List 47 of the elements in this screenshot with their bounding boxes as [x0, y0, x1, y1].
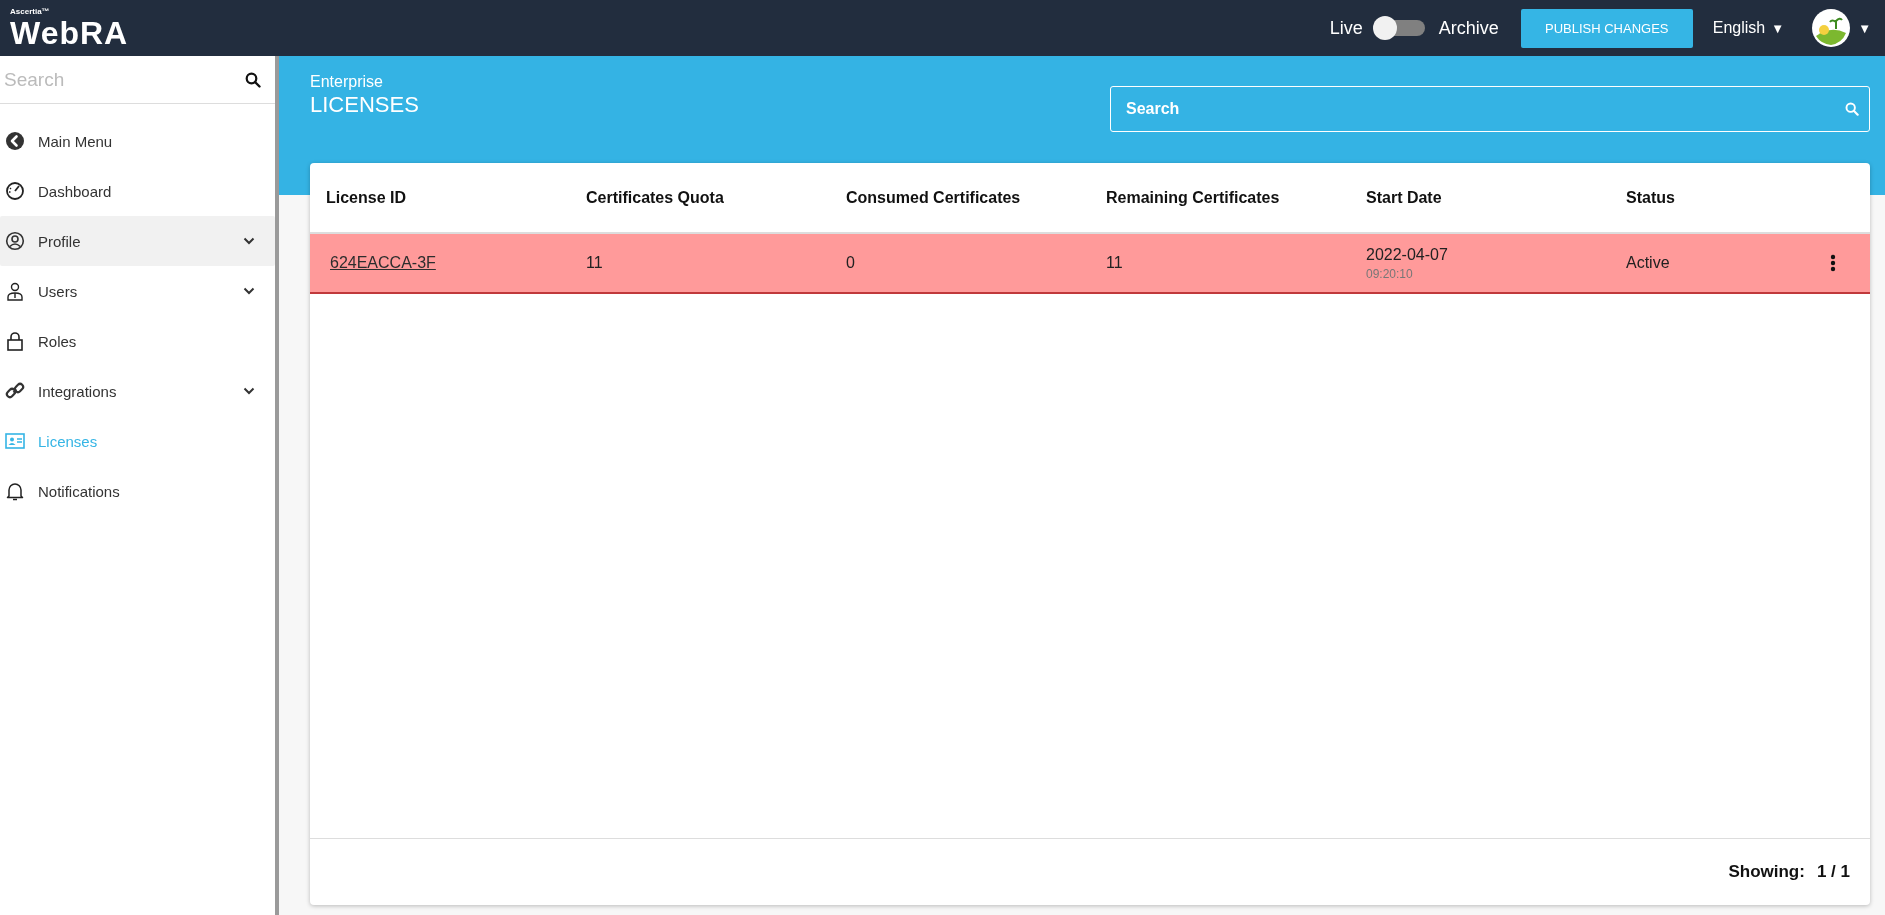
sidebar-item[interactable]: Users	[0, 266, 275, 316]
search-icon[interactable]	[245, 72, 261, 88]
column-header: Certificates Quota	[586, 188, 725, 207]
column-header: Consumed Certificates	[846, 188, 1022, 207]
chevron-down-icon[interactable]	[243, 387, 255, 395]
id-card-icon	[5, 431, 25, 451]
chevron-down-icon[interactable]	[243, 237, 255, 245]
start-time: 09:20:10	[1366, 266, 1414, 281]
avatar-icon[interactable]	[1812, 9, 1851, 47]
table-cell-text: 0	[846, 254, 856, 272]
lock-icon	[5, 331, 25, 351]
sidebar-item[interactable]: Dashboard	[0, 166, 275, 216]
column-header: Start Date	[1366, 188, 1443, 207]
sidebar-search-field[interactable]: Search	[0, 56, 275, 104]
back-circle-icon	[5, 131, 25, 151]
user-menu-caret[interactable]: ▼	[1858, 20, 1871, 36]
link-icon	[5, 381, 25, 401]
pagination-label: Showing:	[1728, 862, 1805, 882]
pagination-count: 1 / 1	[1816, 862, 1850, 882]
search-field[interactable]: Search	[1110, 86, 1870, 132]
chevron-down-icon[interactable]	[243, 287, 255, 295]
toggle-label: Live	[1329, 17, 1363, 39]
table-cell-text: Active	[1626, 254, 1671, 272]
table-cell-text: 11	[586, 254, 604, 272]
sidebar-item[interactable]: Integrations	[0, 366, 275, 416]
toggle-label: Archive	[1438, 17, 1499, 39]
sidebar-item[interactable]: Notifications	[0, 466, 275, 516]
language-caret[interactable]: ▼	[1771, 20, 1785, 36]
column-header: Status	[1626, 188, 1676, 207]
gauge-icon	[5, 181, 25, 201]
column-header: License ID	[326, 188, 408, 207]
column-header: Remaining Certificates	[1106, 188, 1281, 207]
product-logo: WebRA	[10, 16, 129, 49]
license-id-link[interactable]: 624EACCA-3F	[330, 254, 436, 272]
bell-icon	[5, 481, 25, 501]
sidebar-item[interactable]: Profile	[0, 216, 275, 266]
sidebar-item[interactable]: Roles	[0, 316, 275, 366]
brand-name: Ascertia™	[10, 7, 51, 16]
table-cell-text: 11	[1106, 254, 1124, 272]
person-icon	[5, 281, 25, 301]
start-date: 2022-04-07	[1366, 245, 1449, 264]
page-title: LICENSES	[310, 92, 419, 118]
sidebar-item[interactable]: Main Menu	[0, 116, 275, 166]
page-subtitle: Enterprise	[310, 73, 384, 91]
user-circle-icon	[5, 231, 25, 251]
kebab-menu-icon[interactable]	[1830, 254, 1836, 272]
language-dropdown[interactable]: English	[1712, 19, 1766, 37]
